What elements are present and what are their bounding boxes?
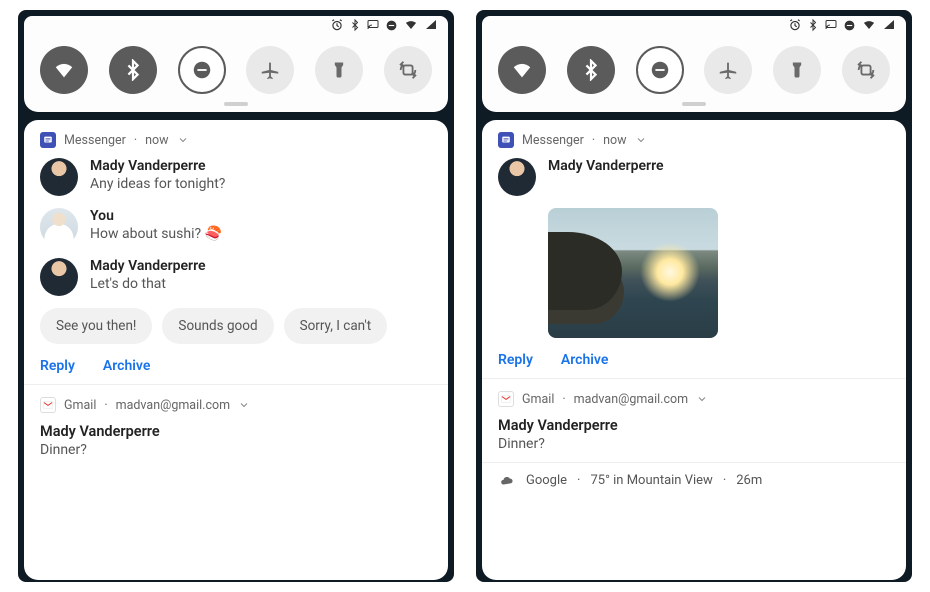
cast-icon (366, 19, 380, 31)
notification-weather[interactable]: Google · 75° in Mountain View · 26m (482, 462, 906, 496)
notification-actions: Reply Archive (498, 352, 890, 368)
email-subject: Dinner? (498, 436, 890, 452)
messenger-icon (498, 132, 514, 148)
notif-time: now (145, 133, 168, 148)
smart-reply-chip[interactable]: Sounds good (162, 308, 273, 344)
chevron-down-icon[interactable] (238, 399, 250, 411)
avatar (40, 158, 78, 196)
gmail-account: madvan@gmail.com (116, 398, 231, 413)
bluetooth-icon (807, 18, 819, 32)
avatar (40, 258, 78, 296)
qs-flashlight[interactable] (315, 46, 363, 94)
message-sender: Mady Vanderperre (548, 158, 890, 174)
app-name: Messenger (64, 133, 126, 148)
notification-messenger[interactable]: Messenger · now Mady Vanderperre Reply A… (482, 120, 906, 378)
signal-icon (882, 19, 896, 31)
notification-header[interactable]: Messenger · now (498, 132, 890, 148)
app-name: Gmail (64, 398, 96, 413)
quick-settings (24, 34, 448, 112)
gmail-icon (40, 397, 56, 413)
reply-button[interactable]: Reply (498, 352, 533, 368)
qs-wifi[interactable] (498, 46, 546, 94)
smart-reply-chip[interactable]: Sorry, I can't (284, 308, 388, 344)
gmail-account: madvan@gmail.com (574, 392, 689, 407)
email-from: Mady Vanderperre (40, 423, 432, 440)
smart-reply-row: See you then! Sounds good Sorry, I can't (40, 308, 432, 344)
notification-gmail[interactable]: Gmail · madvan@gmail.com Mady Vanderperr… (24, 384, 448, 468)
qs-dnd[interactable] (178, 46, 226, 94)
message-photo[interactable] (548, 208, 718, 338)
notification-header[interactable]: Messenger · now (40, 132, 432, 148)
qs-handle[interactable] (224, 102, 248, 106)
notification-shade: Messenger · now Mady Vanderperre Reply A… (482, 120, 906, 580)
status-bar (482, 16, 906, 34)
smart-reply-chip[interactable]: See you then! (40, 308, 152, 344)
dnd-icon (843, 19, 856, 32)
chevron-down-icon[interactable] (635, 134, 647, 146)
signal-icon (424, 19, 438, 31)
qs-bluetooth[interactable] (109, 46, 157, 94)
alarm-icon (330, 18, 344, 32)
avatar (40, 208, 78, 246)
message-text: Any ideas for tonight? (90, 176, 432, 192)
email-from: Mady Vanderperre (498, 417, 890, 434)
qs-flashlight[interactable] (773, 46, 821, 94)
notification-actions: Reply Archive (40, 358, 432, 374)
message-text: How about sushi? 🍣 (90, 226, 432, 242)
alarm-icon (788, 18, 802, 32)
status-bar (24, 16, 448, 34)
phone-left: Messenger · now Mady Vanderperre Any ide… (18, 10, 454, 582)
qs-rotate[interactable] (384, 46, 432, 94)
archive-button[interactable]: Archive (103, 358, 150, 374)
qs-wifi[interactable] (40, 46, 88, 94)
notification-header[interactable]: Gmail · madvan@gmail.com (498, 391, 890, 407)
chevron-down-icon[interactable] (696, 393, 708, 405)
gmail-icon (498, 391, 514, 407)
wifi-icon (861, 19, 877, 31)
notification-gmail[interactable]: Gmail · madvan@gmail.com Mady Vanderperr… (482, 378, 906, 462)
message-item: You How about sushi? 🍣 (40, 208, 432, 246)
qs-handle[interactable] (682, 102, 706, 106)
weather-summary: 75° in Mountain View (590, 473, 712, 488)
qs-airplane[interactable] (246, 46, 294, 94)
qs-rotate[interactable] (842, 46, 890, 94)
qs-bluetooth[interactable] (567, 46, 615, 94)
qs-dnd[interactable] (636, 46, 684, 94)
bluetooth-icon (349, 18, 361, 32)
phone-right: Messenger · now Mady Vanderperre Reply A… (476, 10, 912, 582)
email-subject: Dinner? (40, 442, 432, 458)
weather-age: 26m (736, 473, 762, 488)
notification-messenger[interactable]: Messenger · now Mady Vanderperre Any ide… (24, 120, 448, 384)
chevron-down-icon[interactable] (177, 134, 189, 146)
messenger-icon (40, 132, 56, 148)
message-sender: Mady Vanderperre (90, 158, 432, 174)
message-sender: You (90, 208, 432, 224)
notif-time: now (603, 133, 626, 148)
quick-settings (482, 34, 906, 112)
reply-button[interactable]: Reply (40, 358, 75, 374)
qs-airplane[interactable] (704, 46, 752, 94)
message-text: Let's do that (90, 276, 432, 292)
cloud-icon (498, 474, 516, 488)
wifi-icon (403, 19, 419, 31)
app-name: Gmail (522, 392, 554, 407)
avatar (498, 158, 536, 196)
message-item: Mady Vanderperre Any ideas for tonight? (40, 158, 432, 196)
dnd-icon (385, 19, 398, 32)
message-sender: Mady Vanderperre (90, 258, 432, 274)
archive-button[interactable]: Archive (561, 352, 608, 368)
notification-shade: Messenger · now Mady Vanderperre Any ide… (24, 120, 448, 580)
message-item: Mady Vanderperre Let's do that (40, 258, 432, 296)
weather-source: Google (526, 473, 567, 488)
message-item: Mady Vanderperre (498, 158, 890, 196)
notification-header[interactable]: Gmail · madvan@gmail.com (40, 397, 432, 413)
app-name: Messenger (522, 133, 584, 148)
cast-icon (824, 19, 838, 31)
